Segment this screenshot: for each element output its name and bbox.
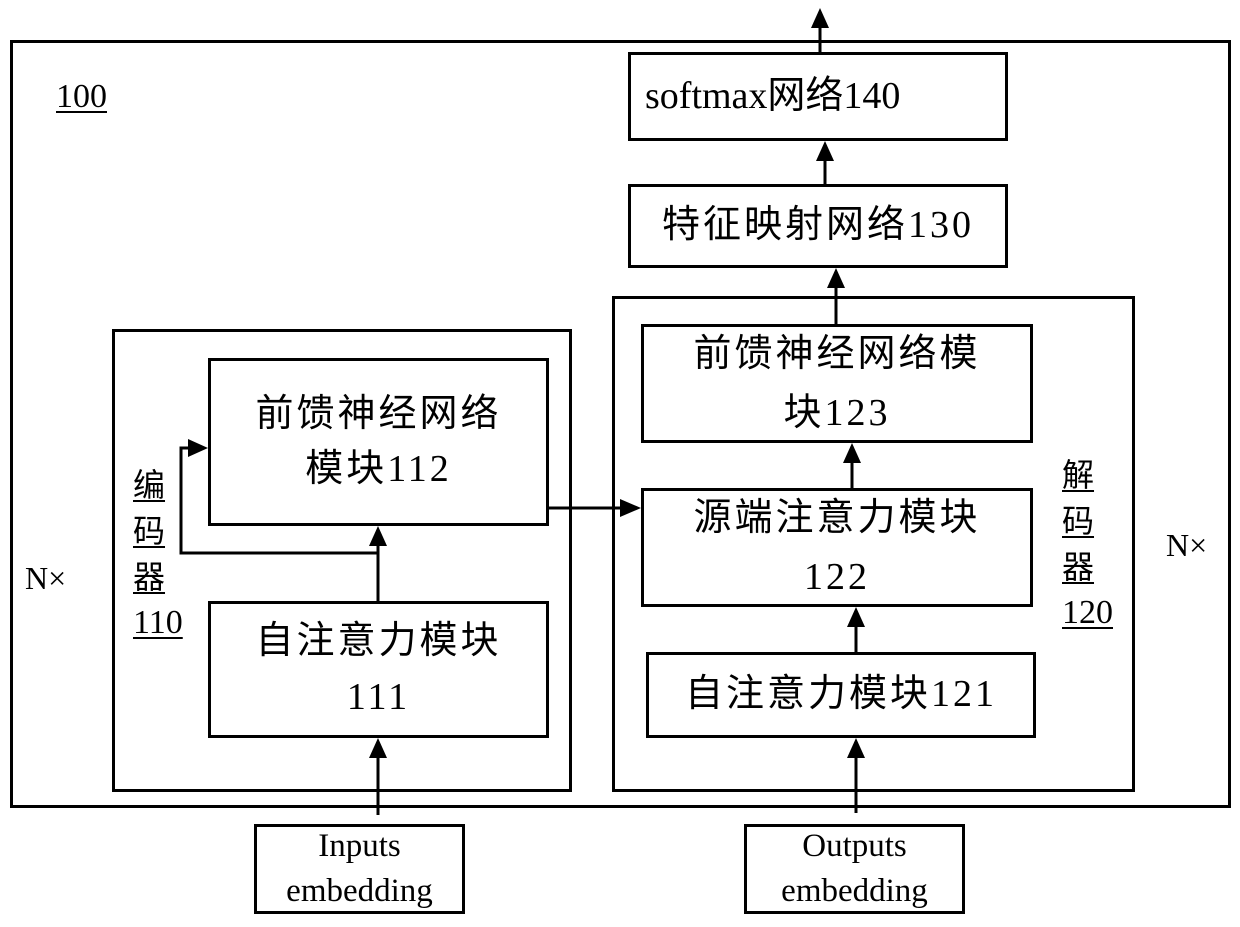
arrowhead-icon [369, 526, 387, 546]
arrowhead-icon [827, 268, 845, 288]
arrowhead-icon [816, 141, 834, 161]
arrowhead-icon [188, 439, 208, 457]
connector-layer [179, 8, 865, 815]
arrowhead-icon [847, 738, 865, 758]
arrowhead-icon [811, 8, 829, 28]
arrowhead-icon [847, 607, 865, 627]
arrowhead-icon [843, 443, 861, 463]
branch-line-encoder [179, 446, 378, 555]
arrowhead-icon [620, 499, 641, 517]
arrowhead-icon [369, 738, 387, 758]
